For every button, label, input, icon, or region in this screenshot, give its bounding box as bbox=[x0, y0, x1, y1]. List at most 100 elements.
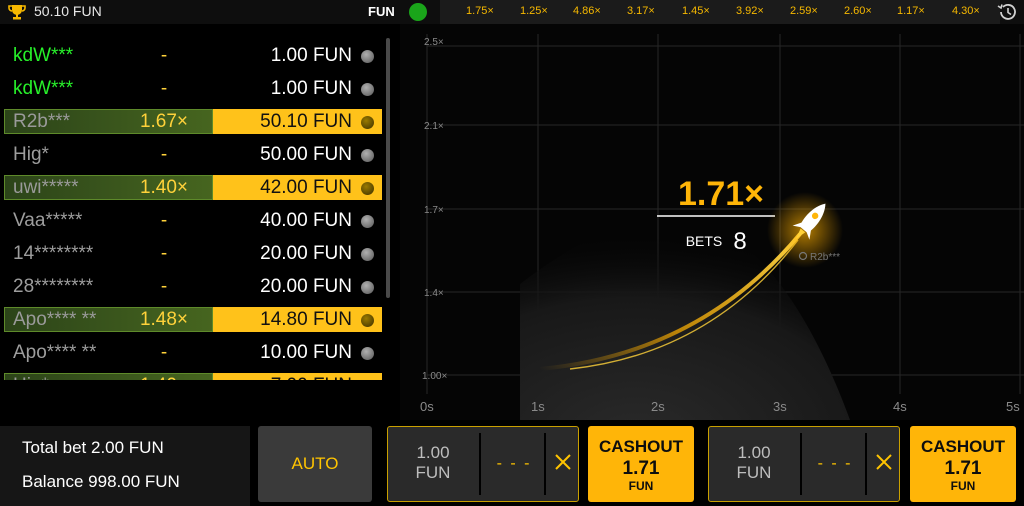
bet-player-name: 28******** bbox=[13, 276, 94, 297]
bet-amount-box: 42.00 FUN bbox=[213, 175, 382, 200]
bet-amount-box: 20.00 FUN bbox=[213, 241, 382, 266]
cashout-button-2[interactable]: CASHOUT 1.71 FUN bbox=[910, 426, 1016, 502]
bet-row: Apo**** ** 1.48× 14.80 FUN bbox=[4, 307, 382, 332]
x-tick: 2s bbox=[651, 399, 665, 414]
balance-label: Balance 998.00 FUN bbox=[22, 472, 180, 491]
multiplier-history: 1.75× 1.25× 4.86× 3.17× 1.45× 3.92× 2.59… bbox=[440, 0, 1000, 24]
bet-multiplier: - bbox=[160, 144, 168, 165]
winnings-label: 50.10 FUN bbox=[34, 3, 102, 19]
cashout-label: CASHOUT bbox=[920, 437, 1006, 456]
mode-status-indicator bbox=[409, 3, 427, 21]
bet-row: Hig* 1.40× 7.00 FUN bbox=[4, 373, 382, 380]
coin-icon bbox=[361, 83, 374, 96]
cashout-button-1[interactable]: CASHOUT 1.71 FUN bbox=[588, 426, 694, 502]
divider bbox=[479, 433, 481, 495]
current-multiplier: 1.71× bbox=[678, 175, 764, 213]
bet-player-name: Hig* bbox=[13, 144, 49, 165]
y-tick: 2.1× bbox=[424, 121, 444, 132]
clear-icon[interactable] bbox=[871, 449, 897, 475]
bet-multiplier: - bbox=[160, 78, 168, 99]
cashout-currency: FUN bbox=[628, 479, 654, 493]
bet-multiplier: 1.48× bbox=[139, 309, 189, 330]
history-item: 4.86× bbox=[573, 5, 601, 17]
bet-amount: 10.00 FUN bbox=[260, 342, 352, 363]
bet-amount-box: 1.00 FUN bbox=[213, 43, 382, 68]
coin-icon bbox=[361, 149, 374, 162]
coin-icon bbox=[361, 248, 374, 261]
top-bar: 50.10 FUN FUN 1.75× 1.25× 4.86× 3.17× 1.… bbox=[0, 0, 1024, 24]
bet-amount: 14.80 FUN bbox=[260, 309, 352, 330]
coin-icon bbox=[361, 215, 374, 228]
y-tick: 1.4× bbox=[424, 288, 444, 299]
history-item: 1.45× bbox=[682, 5, 710, 17]
divider bbox=[800, 433, 802, 495]
bet-amount-box: 1.00 FUN bbox=[213, 76, 382, 101]
divider bbox=[544, 433, 546, 495]
bet-multiplier: - bbox=[160, 243, 168, 264]
history-item: 3.17× bbox=[627, 5, 655, 17]
cashout-value: 1.71 bbox=[944, 458, 982, 479]
bet-row: Hig* - 50.00 FUN bbox=[4, 142, 382, 167]
bet-control-2: 1.00 FUN - - - bbox=[708, 426, 900, 502]
bets-list[interactable]: kdW*** - 1.00 FUN kdW*** - 1.00 FUN R2b*** 1.67… bbox=[0, 36, 392, 380]
bets-label: BETS bbox=[686, 233, 723, 249]
x-tick: 1s bbox=[531, 399, 545, 414]
bet-amount-field[interactable]: 1.00 FUN bbox=[709, 443, 799, 483]
bet-player-name: Apo**** ** bbox=[13, 342, 97, 363]
history-item: 1.25× bbox=[520, 5, 548, 17]
bet-amount: 20.00 FUN bbox=[260, 243, 352, 264]
divider bbox=[865, 433, 867, 495]
auto-button[interactable]: AUTO bbox=[258, 426, 372, 502]
bet-multiplier: 1.40× bbox=[124, 375, 204, 380]
bet-amount-box: 14.80 FUN bbox=[213, 307, 382, 332]
clear-icon[interactable] bbox=[550, 449, 576, 475]
history-icon[interactable] bbox=[996, 2, 1018, 22]
bet-amount: 1.00 FUN bbox=[270, 78, 352, 99]
y-tick: 1.7× bbox=[424, 205, 444, 216]
bet-row: kdW*** - 1.00 FUN bbox=[4, 43, 382, 68]
bet-player-name: uwi***** bbox=[13, 177, 79, 198]
auto-cashout-field[interactable]: - - - bbox=[484, 455, 544, 473]
cashout-label: CASHOUT bbox=[598, 437, 684, 456]
total-bet-label: Total bet 2.00 FUN bbox=[22, 438, 164, 457]
history-item: 1.75× bbox=[466, 5, 494, 17]
cashout-value: 1.71 bbox=[622, 458, 660, 479]
coin-icon bbox=[361, 116, 374, 129]
bet-amount-box: 50.10 FUN bbox=[213, 109, 382, 134]
bet-multiplier: 1.67× bbox=[139, 111, 189, 132]
bet-amount-value: 1.00 bbox=[416, 443, 450, 462]
bets-scrollbar[interactable] bbox=[386, 38, 390, 298]
bet-amount-box: 40.00 FUN bbox=[213, 208, 382, 233]
coin-icon bbox=[361, 347, 374, 360]
bet-amount-box: 50.00 FUN bbox=[213, 142, 382, 167]
bet-amount-value: 1.00 bbox=[737, 443, 771, 462]
bet-amount: 40.00 FUN bbox=[260, 210, 352, 231]
auto-cashout-field[interactable]: - - - bbox=[805, 455, 865, 473]
history-item: 1.17× bbox=[897, 5, 925, 17]
mode-label: FUN bbox=[368, 4, 395, 19]
bet-player-name: Hig* bbox=[13, 375, 49, 380]
cashout-currency: FUN bbox=[950, 479, 976, 493]
bet-control-1: 1.00 FUN - - - bbox=[387, 426, 579, 502]
bet-player-name: Apo**** ** bbox=[13, 309, 97, 330]
bet-amount-box: 20.00 FUN bbox=[213, 274, 382, 299]
bet-row: 28******** - 20.00 FUN bbox=[4, 274, 382, 299]
history-item: 2.59× bbox=[790, 5, 818, 17]
x-tick: 5s bbox=[1006, 399, 1020, 414]
coin-icon bbox=[361, 281, 374, 294]
bet-amount: 50.00 FUN bbox=[260, 144, 352, 165]
bet-multiplier: - bbox=[160, 342, 168, 363]
bet-row: kdW*** - 1.00 FUN bbox=[4, 76, 382, 101]
bet-amount-field[interactable]: 1.00 FUN bbox=[388, 443, 478, 483]
bet-player-name: Vaa***** bbox=[13, 210, 83, 231]
bet-amount: 50.10 FUN bbox=[260, 111, 352, 132]
bet-multiplier: - bbox=[160, 210, 168, 231]
bet-amount: 1.00 FUN bbox=[270, 45, 352, 66]
history-item: 4.30× bbox=[952, 5, 980, 17]
bet-row: R2b*** 1.67× 50.10 FUN bbox=[4, 109, 382, 134]
bet-amount-currency: FUN bbox=[736, 463, 772, 482]
bet-row: Vaa***** - 40.00 FUN bbox=[4, 208, 382, 233]
bet-player-name: kdW*** bbox=[13, 45, 74, 66]
y-tick: 2.5× bbox=[424, 37, 444, 48]
player-tag: R2b*** bbox=[810, 252, 840, 263]
